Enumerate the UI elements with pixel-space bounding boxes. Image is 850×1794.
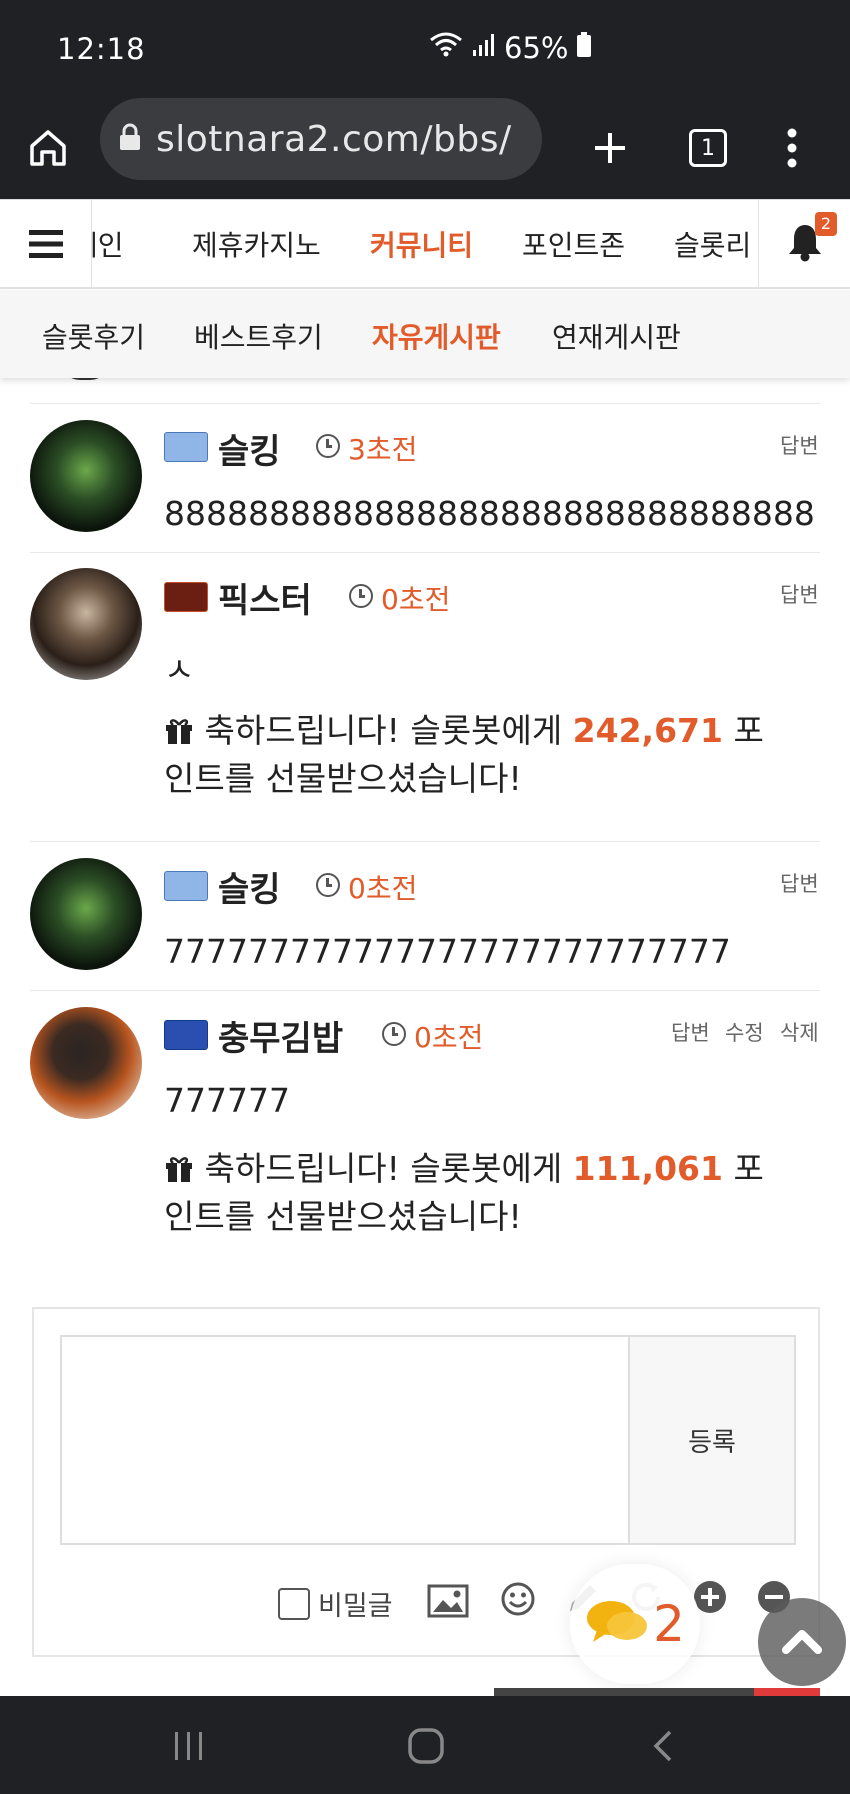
avatar	[30, 568, 142, 680]
comment-username[interactable]: 슬킹	[218, 862, 281, 911]
sub-tabs: 슬롯후기 베스트후기 자유게시판 연재게시판	[0, 290, 850, 378]
battery-icon	[576, 31, 592, 65]
chevron-up-icon	[782, 1626, 822, 1658]
reply-button[interactable]: 답변	[780, 868, 819, 898]
tab-best-reviews[interactable]: 베스트후기	[194, 316, 323, 356]
reply-button[interactable]: 답변	[780, 579, 819, 609]
gift-points: 242,671	[572, 711, 723, 750]
comment-text: 777777777777777777777777777	[164, 932, 731, 971]
comment-username[interactable]: 충무김밥	[218, 1011, 343, 1060]
comment-form: 등록 비밀글	[32, 1307, 820, 1657]
comment-time: 3초전	[348, 433, 418, 466]
clock-icon	[316, 873, 340, 897]
tab-serial-board[interactable]: 연재게시판	[552, 316, 681, 356]
comment-text: ㅅ	[164, 650, 195, 689]
system-nav-bar	[0, 1696, 850, 1794]
tab-free-board[interactable]: 자유게시판	[372, 316, 501, 356]
divider	[30, 990, 820, 991]
nav-item-slot[interactable]: 슬롯리	[674, 224, 751, 264]
avatar	[30, 1007, 142, 1119]
divider	[30, 552, 820, 553]
clock-icon	[316, 434, 340, 458]
secret-label: 비밀글	[318, 1591, 393, 1622]
status-bar: 12:18 65%	[0, 0, 850, 98]
nav-item-main[interactable]: 메인	[92, 224, 124, 264]
secret-checkbox[interactable]	[278, 1587, 310, 1620]
divider	[30, 841, 820, 842]
tab-count: 1	[689, 129, 727, 167]
image-icon[interactable]	[427, 1584, 469, 1622]
reply-button[interactable]: 답변	[671, 1017, 710, 1047]
avatar	[30, 420, 142, 532]
nav-item-point-zone[interactable]: 포인트존	[522, 224, 625, 264]
more-options-icon[interactable]	[760, 116, 824, 180]
url-bar[interactable]: slotnara2.com/bbs/	[100, 98, 542, 180]
comment-time: 0초전	[414, 1021, 484, 1054]
gift-text-prefix: 축하드립니다! 슬롯봇에게	[204, 711, 573, 750]
emoji-icon[interactable]	[500, 1581, 536, 1621]
edit-button[interactable]: 수정	[725, 1017, 764, 1047]
lock-icon	[118, 122, 142, 156]
comment-textarea[interactable]	[60, 1335, 630, 1545]
chat-count: 2	[653, 1595, 685, 1653]
comment-time: 0초전	[348, 872, 418, 905]
chat-widget-button[interactable]: 2	[570, 1564, 700, 1684]
hamburger-menu-icon[interactable]	[0, 200, 92, 288]
scroll-top-button[interactable]	[758, 1598, 846, 1686]
comment-username[interactable]: 픽스터	[218, 573, 312, 622]
tab-switcher-button[interactable]: 1	[676, 116, 740, 180]
comment-time: 0초전	[381, 583, 451, 616]
level-badge-icon	[164, 1020, 208, 1050]
level-badge-icon	[164, 871, 208, 901]
nav-item-casino[interactable]: 제휴카지노	[192, 224, 321, 264]
home-icon[interactable]	[16, 116, 80, 180]
new-tab-icon[interactable]	[578, 116, 642, 180]
gift-message: 축하드립니다! 슬롯봇에게 111,061 포인트를 선물받으셨습니다!	[164, 1145, 764, 1241]
gift-message: 축하드립니다! 슬롯봇에게 242,671 포인트를 선물받으셨습니다!	[164, 707, 764, 803]
back-icon[interactable]	[650, 1728, 676, 1768]
notification-button[interactable]: 2	[758, 200, 850, 288]
avatar	[30, 858, 142, 970]
clock-icon	[382, 1022, 406, 1046]
comment-text: 8888888888888888888888888888888	[164, 494, 815, 533]
status-time: 12:18	[57, 32, 146, 66]
gift-icon	[164, 711, 194, 750]
submit-button[interactable]: 등록	[628, 1335, 796, 1545]
browser-toolbar: slotnara2.com/bbs/ 1	[0, 98, 850, 199]
reply-button[interactable]: 답변	[780, 430, 819, 460]
delete-button[interactable]: 삭제	[780, 1017, 819, 1047]
signal-icon	[472, 31, 496, 65]
chat-bubbles-icon	[585, 1596, 649, 1652]
site-nav: 메인 제휴카지노 커뮤니티 포인트존 슬롯리 2	[0, 199, 850, 289]
nav-item-community[interactable]: 커뮤니티	[370, 224, 473, 264]
recent-apps-icon[interactable]	[172, 1730, 206, 1766]
tab-slot-reviews[interactable]: 슬롯후기	[42, 316, 145, 356]
comment-username[interactable]: 슬킹	[218, 424, 281, 473]
gift-text-prefix: 축하드립니다! 슬롯봇에게	[204, 1149, 573, 1188]
level-badge-icon	[164, 432, 208, 462]
secret-checkbox-group[interactable]: 비밀글	[278, 1584, 393, 1623]
battery-percent: 65%	[504, 30, 569, 65]
url-text: slotnara2.com/bbs/	[156, 118, 512, 160]
divider	[30, 403, 820, 404]
notification-badge: 2	[815, 212, 837, 236]
gift-icon	[164, 1149, 194, 1188]
level-badge-icon	[164, 582, 208, 612]
clock-icon	[349, 584, 373, 608]
comment-text: 777777	[164, 1081, 290, 1120]
gift-points: 111,061	[572, 1149, 723, 1188]
wifi-icon	[428, 30, 464, 65]
home-nav-icon[interactable]	[406, 1726, 446, 1770]
